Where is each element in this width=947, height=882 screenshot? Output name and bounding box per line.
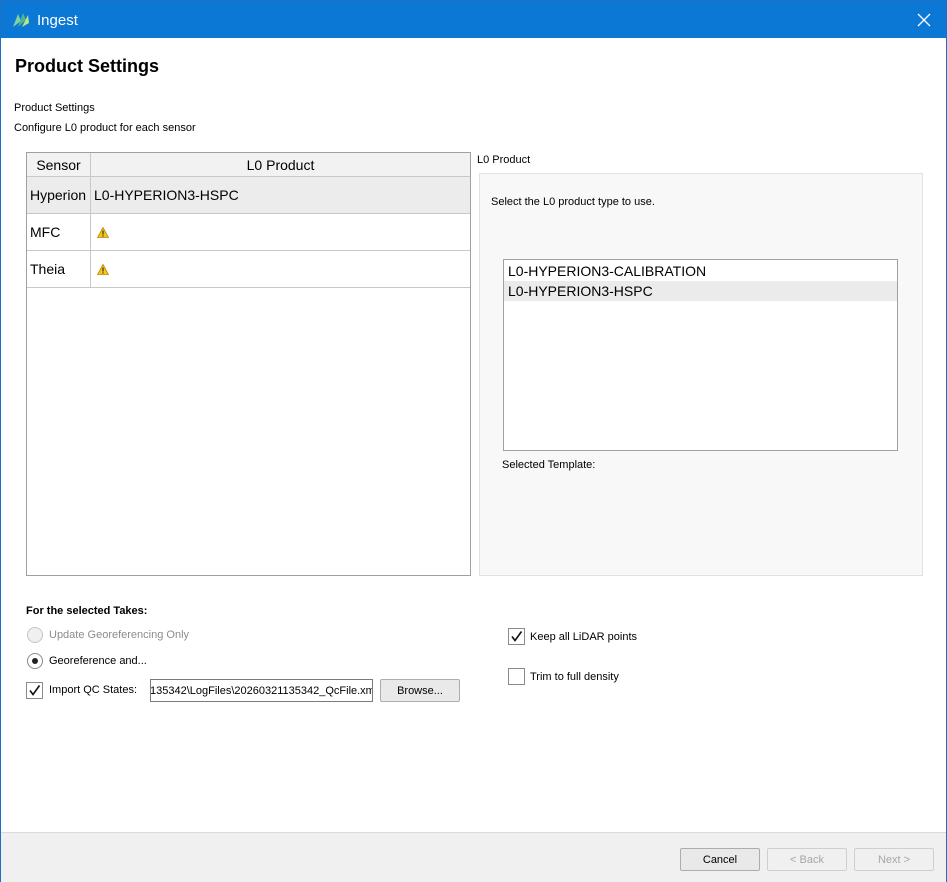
column-header-l0-product[interactable]: L0 Product: [91, 153, 470, 177]
checkmark-icon: [29, 685, 41, 696]
georeference-radio[interactable]: [27, 653, 43, 669]
browse-button[interactable]: Browse...: [380, 679, 460, 702]
back-button[interactable]: < Back: [767, 848, 847, 871]
page-title: Product Settings: [15, 56, 160, 76]
close-icon: [917, 13, 931, 26]
table-row-hyperion[interactable]: Hyperion L0-HYPERION3-HSPC: [27, 177, 470, 214]
sensor-cell: Hyperion: [27, 177, 91, 213]
section-subtitle: Product Settings: [14, 102, 95, 114]
qc-file-path-input[interactable]: 135342\LogFiles\20260321135342_QcFile.xm…: [150, 679, 373, 702]
cancel-button[interactable]: Cancel: [680, 848, 760, 871]
import-qc-label: Import QC States:: [49, 684, 138, 696]
ingest-window: Ingest Product Settings Product Settings…: [0, 0, 947, 882]
update-georef-radio[interactable]: [27, 627, 43, 643]
update-georef-label: Update Georeferencing Only: [49, 629, 190, 641]
sensor-table: Sensor L0 Product Hyperion L0-HYPERION3-…: [26, 152, 471, 576]
l0-product-label: L0 Product: [477, 154, 531, 166]
close-button[interactable]: [902, 1, 946, 38]
selected-template-label: Selected Template:: [502, 459, 596, 471]
table-row-theia[interactable]: Theia: [27, 251, 470, 288]
list-item[interactable]: L0-HYPERION3-CALIBRATION: [504, 261, 897, 281]
product-cell: L0-HYPERION3-HSPC: [94, 187, 239, 203]
table-row-mfc[interactable]: MFC: [27, 214, 470, 251]
dialog-footer: Cancel < Back Next >: [1, 832, 946, 882]
column-header-sensor[interactable]: Sensor: [27, 153, 91, 177]
radio-selected-dot: [32, 658, 38, 664]
warning-icon: [97, 226, 109, 238]
sensor-cell: Theia: [27, 251, 91, 287]
title-bar: Ingest: [1, 1, 946, 38]
keep-lidar-checkbox[interactable]: [508, 628, 525, 645]
app-logo-icon: [13, 13, 29, 27]
trim-density-checkbox[interactable]: [508, 668, 525, 685]
product-cell: [91, 251, 470, 287]
next-button[interactable]: Next >: [854, 848, 934, 871]
trim-density-label: Trim to full density: [530, 671, 619, 683]
options-heading: For the selected Takes:: [26, 605, 148, 617]
import-qc-checkbox[interactable]: [26, 682, 43, 699]
window-title: Ingest: [37, 12, 78, 29]
table-header: Sensor L0 Product: [27, 153, 470, 177]
georeference-label: Georeference and...: [49, 655, 147, 667]
warning-icon: [97, 263, 109, 275]
qc-file-path-value: 135342\LogFiles\20260321135342_QcFile.xm…: [150, 684, 373, 697]
product-cell: [91, 214, 470, 250]
l0-product-hint: Select the L0 product type to use.: [491, 196, 655, 208]
keep-lidar-label: Keep all LiDAR points: [530, 631, 638, 643]
l0-product-list[interactable]: L0-HYPERION3-CALIBRATION L0-HYPERION3-HS…: [503, 259, 898, 451]
section-description: Configure L0 product for each sensor: [14, 122, 196, 134]
checkmark-icon: [511, 631, 523, 642]
sensor-cell: MFC: [27, 214, 91, 250]
list-item[interactable]: L0-HYPERION3-HSPC: [504, 281, 897, 301]
